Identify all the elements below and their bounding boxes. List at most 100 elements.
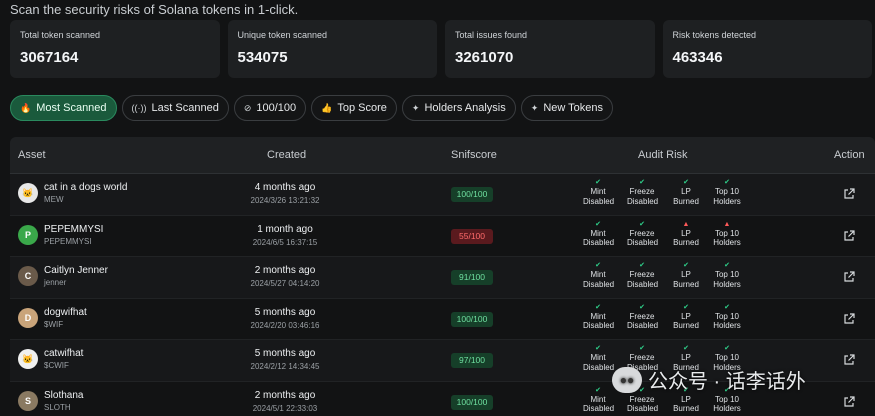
shield-check-icon: ✔ (639, 262, 645, 269)
audit-mint: ✔ Mint Disabled (583, 178, 614, 206)
audit-lp: ▲ LP Burned (671, 220, 701, 248)
stat-value: 3261070 (455, 49, 514, 66)
created-cell: 4 months ago 2024/3/26 13:21:32 (240, 182, 330, 205)
token-name[interactable]: Caitlyn Jenner (44, 265, 108, 276)
audit-label-line1: Top 10 (714, 353, 740, 362)
audit-label-line2: Holders (713, 279, 741, 289)
token-name[interactable]: Slothana (44, 390, 83, 401)
external-link-icon[interactable] (843, 188, 855, 200)
snifscore-badge: 100/100 (451, 311, 493, 327)
shield-check-icon: ✔ (683, 345, 689, 352)
stat-label: Unique token scanned (237, 30, 328, 40)
column-asset[interactable]: Asset (18, 149, 46, 161)
audit-label-line2: Disabled (627, 238, 659, 247)
asset-cell[interactable]: 🐱 cat in a dogs world MEW (18, 182, 127, 204)
shield-check-icon: ✔ (683, 262, 689, 269)
asset-cell[interactable]: S Slothana SLOTH (18, 390, 83, 412)
created-relative: 2 months ago (254, 265, 316, 276)
audit-label-line1: Freeze (629, 187, 655, 196)
stat-value: 463346 (672, 49, 723, 66)
external-link-icon[interactable] (843, 312, 855, 325)
audit-label-line1: LP (681, 394, 691, 404)
token-avatar: 🐱 (18, 349, 38, 369)
audit-label-line2: Holders (713, 196, 741, 206)
filter-last-scanned[interactable]: ((·)) Last Scanned (121, 95, 229, 121)
snifscore-badge: 100/100 (451, 394, 493, 410)
created-timestamp: 2024/6/5 16:37:15 (252, 237, 318, 247)
stat-label: Total issues found (455, 30, 528, 40)
wechat-icon: ●● (612, 366, 642, 393)
audit-top10: ▲ Top 10 Holders (710, 220, 744, 248)
external-link-icon[interactable] (843, 271, 855, 283)
flame-icon: 🔥 (20, 102, 32, 113)
token-name[interactable]: dogwifhat (44, 307, 87, 318)
audit-label-line1: LP (681, 353, 691, 362)
created-cell: 5 months ago 2024/2/20 03:46:16 (240, 307, 330, 330)
table-row[interactable]: P PEPEMMYSI PEPEMMYSI 1 month ago 2024/6/5 1… (10, 215, 875, 257)
filter-holders-analysis[interactable]: ✦ Holders Analysis (401, 95, 516, 121)
filter-top-score[interactable]: 👍 Top Score (311, 95, 397, 121)
stat-value: 534075 (237, 49, 288, 66)
table-row[interactable]: C Caitlyn Jenner jenner 2 months ago 2024/5/… (10, 257, 875, 299)
audit-lp: ✔ LP Burned (671, 261, 701, 289)
asset-cell[interactable]: C Caitlyn Jenner jenner (18, 265, 108, 287)
snifscore-badge: 55/100 (451, 228, 493, 244)
filter-most-scanned[interactable]: 🔥 Most Scanned (10, 95, 117, 121)
column-action: Action (834, 149, 865, 161)
table-row[interactable]: 🐱 cat in a dogs world MEW 4 months ago 2024/… (10, 174, 875, 216)
audit-label-line2: Disabled (583, 321, 615, 330)
external-link-icon[interactable] (843, 354, 855, 366)
snifscore-badge: 100/100 (451, 187, 493, 202)
created-timestamp: 2024/2/12 14:34:45 (250, 362, 320, 371)
shield-check-icon: ✔ (724, 345, 730, 352)
shield-check-icon: ✔ (595, 179, 601, 186)
audit-label-line1: Mint (590, 394, 606, 404)
stat-card: Total issues found 3261070 (445, 20, 655, 78)
shield-check-icon: ✔ (595, 386, 601, 394)
external-link-icon[interactable] (843, 395, 855, 408)
audit-top10: ✔ Top 10 Holders (710, 261, 744, 289)
audit-label-line2: Disabled (627, 196, 659, 206)
watermark: ●● 公众号 · 话李话外 (612, 365, 806, 394)
audit-mint: ✔ Mint Disabled (583, 261, 614, 289)
stat-value: 3067164 (20, 49, 79, 66)
token-name[interactable]: cat in a dogs world (44, 182, 127, 193)
audit-label-line1: Freeze (629, 270, 655, 279)
snifscore-badge: 91/100 (451, 270, 493, 285)
external-link-icon[interactable] (843, 229, 855, 242)
table-header: Asset Created Snifscore Audit Risk Actio… (10, 137, 875, 174)
created-cell: 2 months ago 2024/5/27 04:14:20 (240, 265, 330, 288)
broadcast-icon: ((·)) (131, 103, 147, 113)
created-cell: 1 month ago 2024/6/5 16:37:15 (240, 224, 330, 247)
audit-label-line1: LP (681, 311, 691, 321)
asset-cell[interactable]: Ddogwifhat $WIF (18, 307, 87, 329)
filter-chips: 🔥 Most Scanned ((·)) Last Scanned ⊘ 100/… (10, 95, 614, 121)
audit-freeze: ✔ Freeze Disabled (627, 303, 658, 331)
column-created[interactable]: Created (267, 149, 306, 161)
stats-row: Total token scanned 3067164 Unique token… (10, 20, 872, 78)
audit-mint: ✔ Mint Disabled (583, 344, 614, 372)
asset-cell[interactable]: P PEPEMMYSI PEPEMMYSI (18, 224, 103, 246)
snifscore-badge: 97/100 (451, 353, 493, 368)
table-row[interactable]: Ddogwifhat $WIF 5 months ago 2024/2/20 03:4… (10, 298, 875, 340)
audit-label-line1: LP (681, 187, 691, 196)
shield-check-icon: ✔ (639, 345, 645, 352)
audit-top10: ✔ Top 10 Holders (710, 303, 744, 331)
created-relative: 4 months ago (254, 182, 316, 193)
column-snifscore[interactable]: Snifscore (451, 149, 497, 161)
token-name[interactable]: catwifhat (44, 348, 83, 359)
audit-label-line1: Top 10 (714, 187, 740, 196)
asset-cell[interactable]: 🐱 catwifhat $CWIF (18, 348, 83, 370)
created-timestamp: 2024/2/20 03:46:16 (250, 320, 320, 330)
token-name[interactable]: PEPEMMYSI (44, 224, 103, 235)
sparkle-icon: ✦ (411, 102, 420, 113)
audit-freeze: ✔ Freeze Disabled (627, 261, 658, 289)
token-symbol: MEW (44, 195, 64, 204)
audit-label-line2: Disabled (627, 404, 659, 413)
shield-check-icon: ✔ (683, 179, 689, 186)
token-avatar: S (18, 390, 38, 411)
filter-label: Top Score (337, 102, 387, 114)
filter-perfect-score[interactable]: ⊘ 100/100 (233, 95, 307, 121)
stat-label: Total token scanned (20, 30, 101, 40)
filter-new-tokens[interactable]: ✦ New Tokens (520, 95, 614, 121)
